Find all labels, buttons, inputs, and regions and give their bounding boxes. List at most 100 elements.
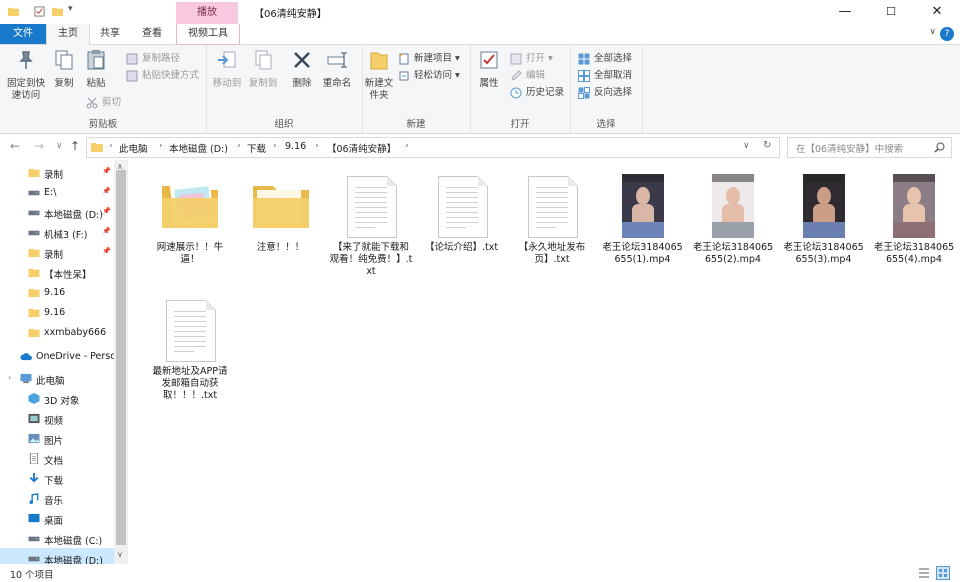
copy-to-icon — [255, 50, 272, 70]
ribbon: 固定到快速访问 复制 粘贴 复制路径 粘贴快捷方式 剪切 剪贴板 移动到 复制到… — [0, 45, 960, 134]
history-button[interactable]: 历史记录 — [508, 85, 564, 101]
text-file[interactable]: 【来了就能下载和观看！纯免费！】.txt — [329, 164, 413, 284]
folder-item[interactable]: 注意！！！ — [239, 164, 323, 284]
nav-item[interactable]: E:\ 📌 — [0, 182, 114, 204]
tab-file[interactable]: 文件 — [0, 24, 46, 44]
breadcrumb-this-pc[interactable]: 此电脑 — [119, 141, 148, 155]
chevron-right-icon: › — [237, 141, 241, 151]
folder-icon — [28, 288, 40, 298]
invert-selection-button[interactable]: 反向选择 — [576, 85, 632, 101]
properties-icon[interactable] — [34, 6, 45, 17]
help-icon[interactable]: ? — [940, 27, 954, 41]
folder-icon — [91, 143, 103, 152]
text-file[interactable]: 【永久地址发布页】.txt — [510, 164, 594, 284]
folder-item[interactable]: 网速展示！！牛逼！ — [148, 164, 232, 284]
copy-path-button[interactable]: 复制路径 — [124, 51, 180, 67]
properties-label: 属性 — [479, 78, 499, 89]
nav-item[interactable]: OneDrive - Perso — [0, 346, 114, 368]
nav-scrollbar-thumb[interactable] — [116, 170, 126, 545]
nav-item[interactable]: 图片 — [0, 428, 114, 450]
breadcrumb-downloads[interactable]: 下载 — [247, 141, 266, 155]
paste-label: 粘贴 — [86, 78, 106, 89]
nav-item[interactable]: 文档 — [0, 448, 114, 470]
paste-shortcut-button[interactable]: 粘贴快捷方式 — [124, 68, 199, 84]
nav-item[interactable]: 录制 📌 — [0, 162, 114, 184]
details-view-icon[interactable] — [918, 567, 930, 579]
address-dropdown-icon[interactable]: ∨ — [743, 141, 750, 151]
nav-item-label: 下载 — [44, 476, 64, 487]
nav-item[interactable]: 音乐 — [0, 488, 114, 510]
maximize-button[interactable]: ☐ — [868, 0, 914, 24]
rename-icon — [327, 52, 347, 68]
scroll-up-icon[interactable]: ∧ — [117, 162, 123, 171]
edit-button[interactable]: 编辑 — [508, 68, 545, 84]
search-icon[interactable] — [934, 142, 945, 153]
video-file[interactable]: 老王论坛3184065655(3).mp4 — [782, 164, 866, 284]
video-file[interactable]: 老王论坛3184065655(4).mp4 — [872, 164, 956, 284]
nav-item[interactable]: 录制 📌 — [0, 242, 114, 264]
nav-item[interactable]: 本地磁盘 (C:) — [0, 528, 114, 550]
nav-item[interactable]: 本地磁盘 (D:) 📌 — [0, 202, 114, 224]
new-item-button[interactable]: 新建项目 ▾ — [396, 51, 460, 67]
recent-locations-icon[interactable]: ∨ — [56, 141, 63, 151]
select-none-button[interactable]: 全部取消 — [576, 68, 632, 84]
pin-quick-access-button[interactable]: 固定到快速访问 — [4, 49, 48, 102]
expand-chevron-icon[interactable]: › — [8, 373, 11, 382]
nav-item-label: 此电脑 — [36, 376, 65, 387]
forward-button[interactable]: → — [34, 139, 44, 153]
breadcrumb-current-folder[interactable]: 【06清纯安静】 — [327, 141, 396, 155]
address-bar[interactable]: › 此电脑 › 本地磁盘 (D:) › 下载 › 9.16 › 【06清纯安静】… — [86, 137, 780, 158]
move-to-button[interactable]: 移动到 — [210, 49, 244, 90]
tab-home[interactable]: 主页 — [46, 24, 90, 45]
breadcrumb-9-16[interactable]: 9.16 — [285, 141, 306, 152]
select-none-icon — [578, 70, 590, 82]
paste-shortcut-label: 粘贴快捷方式 — [142, 70, 200, 81]
select-all-button[interactable]: 全部选择 — [576, 51, 632, 67]
tab-video-tools[interactable]: 视频工具 — [176, 24, 240, 45]
nav-item[interactable]: 9.16 — [0, 302, 114, 324]
scroll-down-icon[interactable]: ∨ — [117, 550, 123, 559]
copy-button[interactable]: 复制 — [50, 49, 78, 90]
cut-button[interactable]: 剪切 — [84, 95, 121, 111]
search-box[interactable]: 在【06清纯安静】中搜索 — [787, 137, 952, 158]
quick-access-dropdown-icon[interactable]: ▾ — [68, 4, 73, 14]
pin-icon: 📌 — [102, 207, 111, 215]
minimize-button[interactable]: — — [822, 0, 868, 24]
nav-item[interactable]: 机械3 (F:) 📌 — [0, 222, 114, 244]
video-file[interactable]: 老王论坛3184065655(1).mp4 — [601, 164, 685, 284]
tab-share[interactable]: 共享 — [90, 24, 130, 44]
nav-item[interactable]: 3D 对象 — [0, 388, 114, 410]
text-file[interactable]: 最新地址及APP请发邮箱自动获取！！！.txt — [148, 288, 232, 408]
easy-access-button[interactable]: 轻松访问 ▾ — [396, 68, 460, 84]
history-label: 历史记录 — [526, 87, 565, 98]
back-button[interactable]: ← — [10, 139, 20, 153]
up-button[interactable]: ↑ — [70, 139, 80, 153]
text-file[interactable]: 【论坛介绍】.txt — [420, 164, 504, 284]
nav-item[interactable]: 此电脑 › — [0, 368, 114, 390]
nav-item[interactable]: 视频 — [0, 408, 114, 430]
copy-icon — [55, 50, 73, 70]
nav-item[interactable]: 【本性呆】 — [0, 262, 114, 284]
rename-button[interactable]: 重命名 — [320, 49, 354, 90]
copy-to-button[interactable]: 复制到 — [246, 49, 280, 90]
new-folder-button[interactable]: 新建文件夹 — [364, 49, 394, 102]
nav-item[interactable]: xxmbaby666 — [0, 322, 114, 344]
refresh-icon[interactable]: ↻ — [763, 140, 771, 151]
paste-button[interactable]: 粘贴 — [82, 49, 110, 90]
large-icons-view-icon[interactable] — [936, 566, 950, 580]
properties-button[interactable]: 属性 — [476, 49, 502, 90]
delete-button[interactable]: 删除 — [288, 49, 316, 90]
breadcrumb-drive-d[interactable]: 本地磁盘 (D:) — [169, 141, 228, 155]
group-organize: 移动到 复制到 删除 重命名 组织 — [206, 45, 363, 133]
pin-icon: 📌 — [102, 167, 111, 175]
tab-view[interactable]: 查看 — [132, 24, 172, 44]
video-file[interactable]: 老王论坛3184065655(2).mp4 — [691, 164, 775, 284]
new-folder-icon[interactable] — [52, 6, 63, 17]
nav-item[interactable]: 下载 — [0, 468, 114, 490]
nav-item[interactable]: 桌面 — [0, 508, 114, 530]
nav-item[interactable]: 9.16 — [0, 282, 114, 304]
context-tab-play[interactable]: 播放 — [176, 2, 238, 24]
collapse-ribbon-icon[interactable]: ∨ — [929, 27, 936, 37]
open-button[interactable]: 打开 ▾ — [508, 51, 553, 67]
close-button[interactable]: ✕ — [914, 0, 960, 24]
